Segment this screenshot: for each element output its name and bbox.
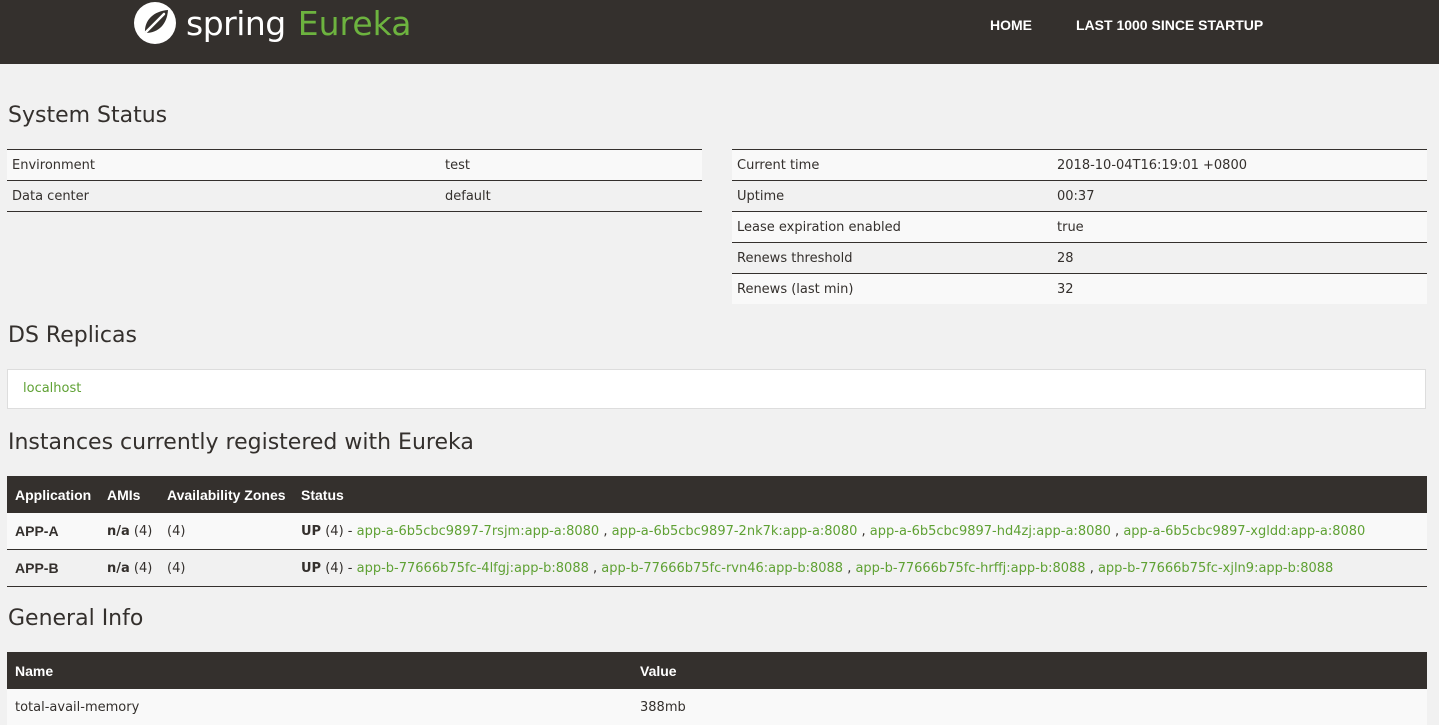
zones-cell: (4) <box>159 549 293 587</box>
table-row: Renews threshold 28 <box>732 242 1427 274</box>
renews-last-min-value: 32 <box>1052 273 1427 304</box>
lease-expiration-value: true <box>1052 211 1427 243</box>
status-count: (4) - <box>325 560 353 576</box>
status-badge: UP <box>301 523 322 539</box>
column-header-availability-zones: Availability Zones <box>159 476 293 513</box>
system-status-right-table: Current time 2018-10-04T16:19:01 +0800 U… <box>732 149 1427 304</box>
table-row: Lease expiration enabled true <box>732 211 1427 243</box>
spring-eureka-logo[interactable]: spring Eureka <box>132 0 411 46</box>
column-header-value: Value <box>632 652 1427 689</box>
instance-link[interactable]: app-b-77666b75fc-hrffj:app-b:8088 <box>855 561 1085 576</box>
column-header-amis: AMIs <box>99 476 159 513</box>
instance-link[interactable]: app-b-77666b75fc-rvn46:app-b:8088 <box>601 561 843 576</box>
amis-count: (4) <box>133 560 153 576</box>
current-time-value: 2018-10-04T16:19:01 +0800 <box>1052 149 1427 181</box>
column-header-status: Status <box>293 476 1427 513</box>
instance-link[interactable]: app-a-6b5cbc9897-7rsjm:app-a:8080 <box>357 524 600 539</box>
instance-link[interactable]: app-b-77666b75fc-xjln9:app-b:8088 <box>1098 561 1333 576</box>
instance-link[interactable]: app-b-77666b75fc-4lfgj:app-b:8088 <box>357 561 589 576</box>
zones-cell: (4) <box>159 513 293 550</box>
table-row: total-avail-memory 388mb <box>7 689 1427 725</box>
nav-last-1000-link[interactable]: LAST 1000 SINCE STARTUP <box>1076 17 1263 37</box>
lease-expiration-label: Lease expiration enabled <box>732 211 1052 243</box>
general-info-table: Name Value total-avail-memory 388mb <box>7 652 1427 725</box>
instance-link[interactable]: app-a-6b5cbc9897-xgldd:app-a:8080 <box>1123 524 1365 539</box>
ds-replicas-title: DS Replicas <box>8 323 137 348</box>
amis-value: n/a <box>107 560 130 576</box>
info-name: total-avail-memory <box>7 689 632 725</box>
uptime-label: Uptime <box>732 180 1052 212</box>
environment-label: Environment <box>7 149 440 181</box>
table-row: Environment test <box>7 149 702 181</box>
system-status-left-table: Environment test Data center default <box>7 149 702 212</box>
ds-replicas-list: localhost <box>7 369 1426 409</box>
renews-last-min-label: Renews (last min) <box>732 273 1052 304</box>
system-status-title: System Status <box>8 103 168 128</box>
table-row: APP-B n/a (4) (4) UP (4) - app-b-77666b7… <box>7 549 1427 587</box>
table-row: Data center default <box>7 180 702 212</box>
info-value: 388mb <box>632 689 1427 725</box>
brand-eureka-text: Eureka <box>297 3 412 43</box>
status-count: (4) - <box>325 523 353 539</box>
amis-cell: n/a (4) <box>99 549 159 587</box>
spring-leaf-icon <box>134 2 176 44</box>
renews-threshold-label: Renews threshold <box>732 242 1052 274</box>
table-row: Uptime 00:37 <box>732 180 1427 212</box>
replica-link-localhost[interactable]: localhost <box>23 381 81 396</box>
table-row: Renews (last min) 32 <box>732 273 1427 304</box>
instances-title: Instances currently registered with Eure… <box>8 430 474 455</box>
instances-table: Application AMIs Availability Zones Stat… <box>7 476 1427 587</box>
column-header-application: Application <box>7 476 99 513</box>
table-row: APP-A n/a (4) (4) UP (4) - app-a-6b5cbc9… <box>7 513 1427 550</box>
app-name: APP-B <box>7 549 99 587</box>
app-name: APP-A <box>7 513 99 550</box>
instance-link[interactable]: app-a-6b5cbc9897-2nk7k:app-a:8080 <box>612 524 858 539</box>
table-row: Current time 2018-10-04T16:19:01 +0800 <box>732 149 1427 181</box>
amis-value: n/a <box>107 523 130 539</box>
uptime-value: 00:37 <box>1052 180 1427 212</box>
table-header-row: Application AMIs Availability Zones Stat… <box>7 476 1427 513</box>
instance-link[interactable]: app-a-6b5cbc9897-hd4zj:app-a:8080 <box>870 524 1111 539</box>
app-name-text: APP-A <box>15 522 59 539</box>
brand-spring-text: spring <box>186 3 286 43</box>
data-center-value: default <box>440 180 702 212</box>
general-info-title: General Info <box>8 606 144 631</box>
app-name-text: APP-B <box>15 559 59 576</box>
environment-value: test <box>440 149 702 181</box>
top-navbar: spring Eureka HOME LAST 1000 SINCE START… <box>0 0 1439 64</box>
status-cell: UP (4) - app-b-77666b75fc-4lfgj:app-b:80… <box>293 549 1427 587</box>
amis-count: (4) <box>133 523 153 539</box>
amis-cell: n/a (4) <box>99 513 159 550</box>
status-badge: UP <box>301 560 322 576</box>
renews-threshold-value: 28 <box>1052 242 1427 274</box>
table-header-row: Name Value <box>7 652 1427 689</box>
data-center-label: Data center <box>7 180 440 212</box>
status-cell: UP (4) - app-a-6b5cbc9897-7rsjm:app-a:80… <box>293 513 1427 550</box>
column-header-name: Name <box>7 652 632 689</box>
current-time-label: Current time <box>732 149 1052 181</box>
nav-home-link[interactable]: HOME <box>990 17 1032 37</box>
